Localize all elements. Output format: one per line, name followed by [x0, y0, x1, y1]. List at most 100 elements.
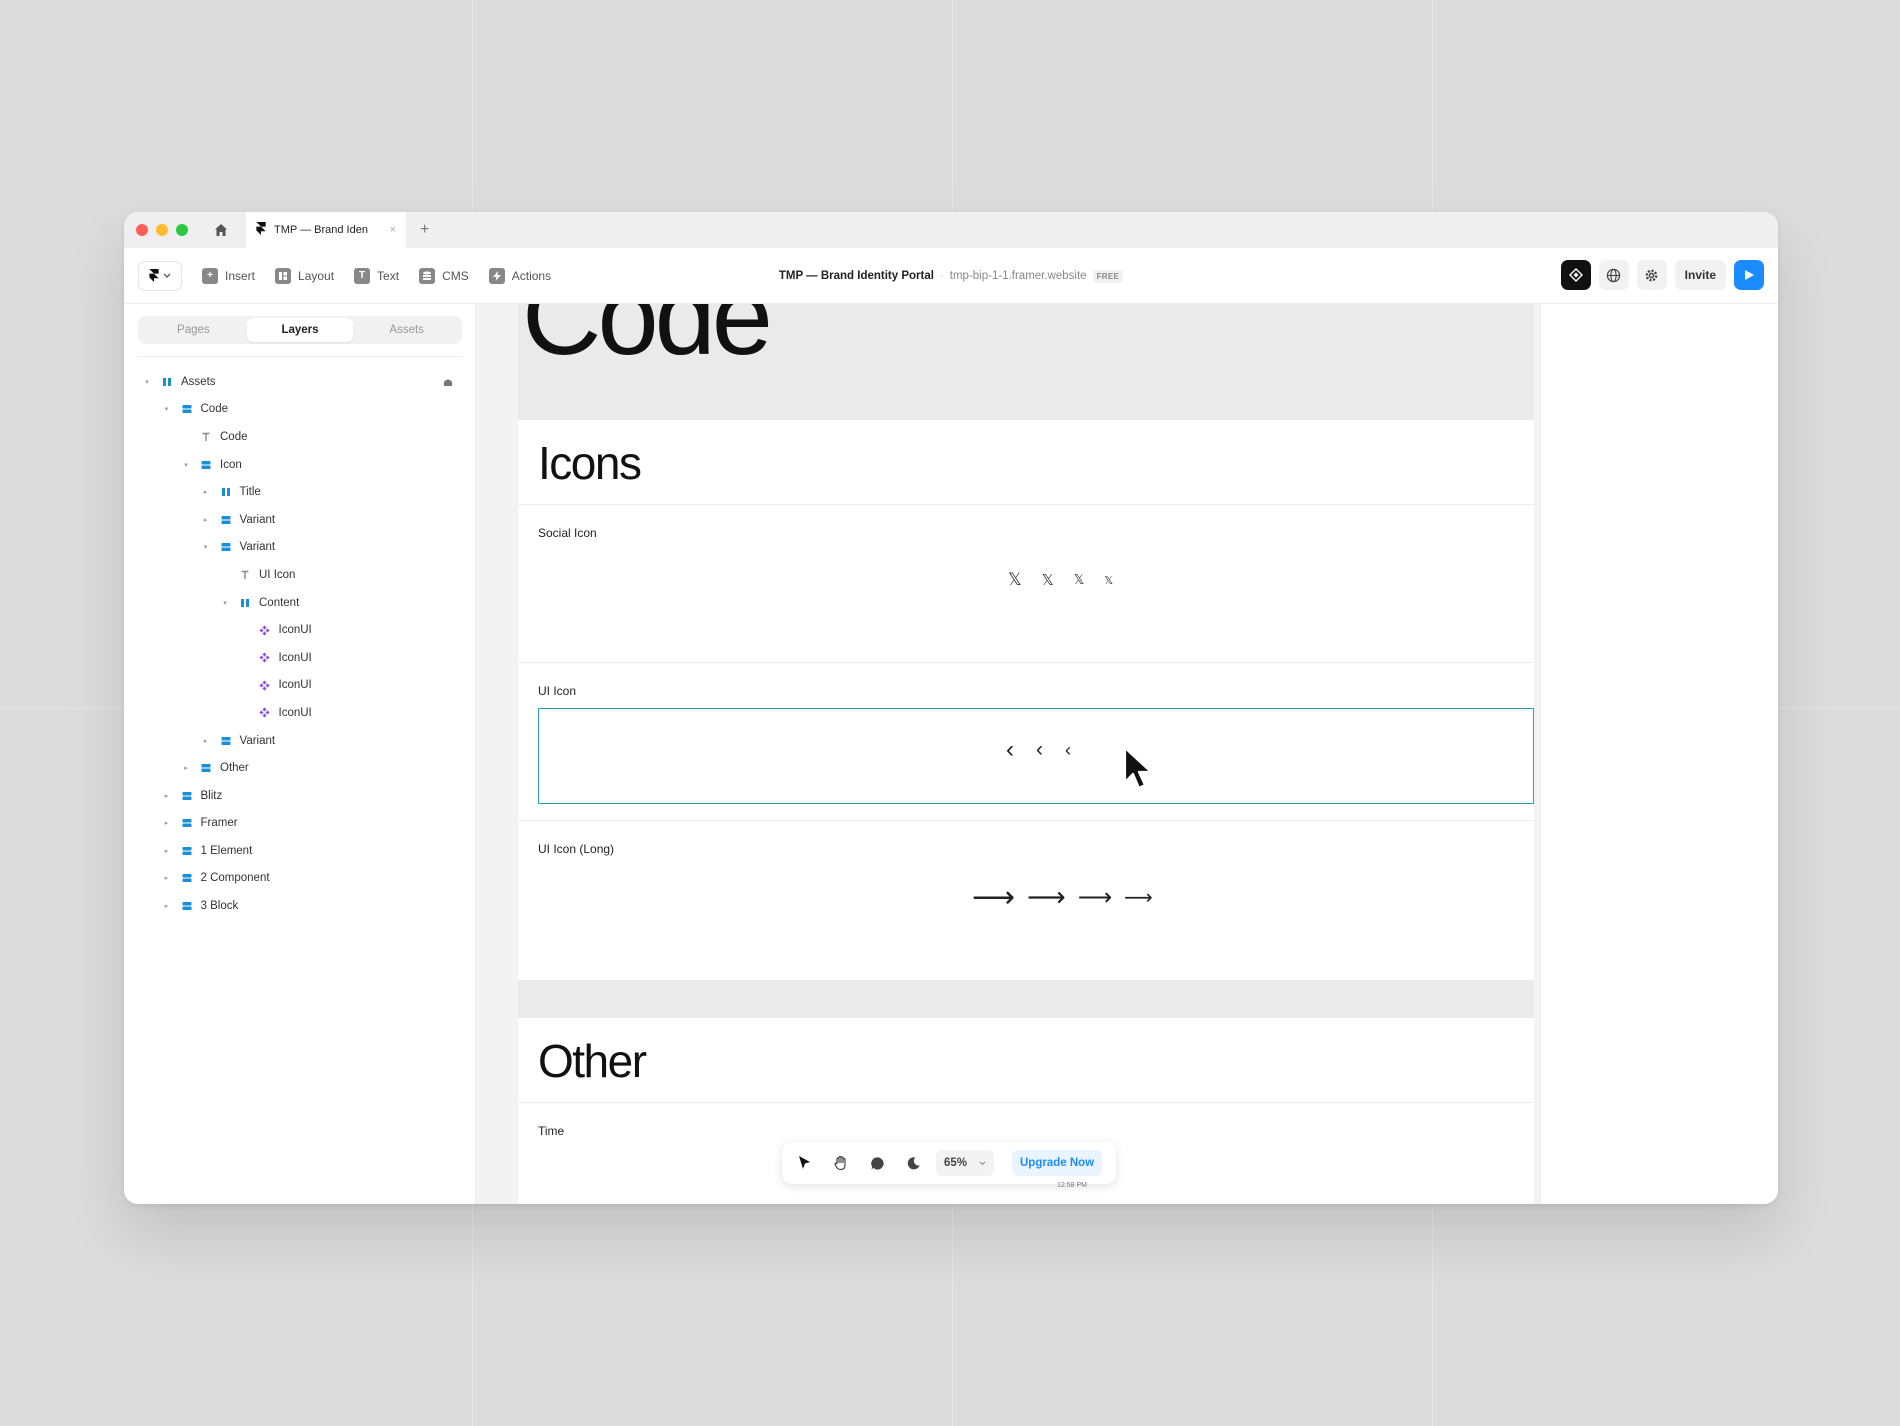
window-controls [136, 224, 188, 236]
chevron-down-icon [163, 273, 171, 278]
toolbar-text[interactable]: T Text [354, 267, 399, 284]
layer-row[interactable]: IconUI [124, 616, 475, 644]
x-logo-icon[interactable]: 𝕏 [1008, 570, 1022, 590]
arrow-right-icon[interactable]: ⟶ [1124, 885, 1153, 910]
arrow-right-icon[interactable]: ⟶ [1078, 883, 1112, 912]
layer-row[interactable]: ▾ Variant [124, 534, 475, 562]
layer-row[interactable]: ▸ Blitz [124, 782, 475, 810]
chevron-down-icon[interactable]: ▾ [142, 378, 152, 386]
code-frame[interactable]: Code [518, 304, 1534, 420]
chevron-left-icon[interactable]: ‹ [1006, 736, 1014, 764]
close-tab-icon[interactable]: × [390, 224, 396, 236]
tab-layers[interactable]: Layers [246, 318, 354, 342]
layer-row[interactable]: ▾ Icon [124, 451, 475, 479]
toolbar-insert[interactable]: + Insert [202, 267, 255, 284]
home-icon[interactable] [212, 221, 230, 239]
layer-label: Icon [220, 458, 242, 471]
layer-label: 3 Block [200, 900, 239, 913]
x-logo-icon[interactable]: 𝕏 [1042, 571, 1054, 589]
chevron-down-icon[interactable]: ▾ [201, 543, 211, 551]
layer-row[interactable]: IconUI [124, 672, 475, 700]
invite-button[interactable]: Invite [1674, 260, 1726, 290]
layer-label: Title [239, 486, 261, 499]
chevron-right-icon[interactable]: ▸ [162, 819, 172, 827]
zoom-select[interactable]: 65% [936, 1150, 994, 1176]
layer-row[interactable]: ▸ 3 Block [124, 892, 475, 920]
chevron-right-icon[interactable]: ▸ [201, 737, 211, 745]
theme-toggle[interactable] [900, 1150, 926, 1176]
hand-tool[interactable] [828, 1150, 854, 1176]
layer-label: 1 Element [200, 844, 253, 857]
layer-row[interactable]: ▸ Framer [124, 810, 475, 838]
arrow-right-icon[interactable]: ⟶ [972, 880, 1015, 915]
time-preview: 12:58 PM [1057, 1182, 1087, 1189]
comment-tool[interactable] [864, 1150, 890, 1176]
select-tool[interactable] [792, 1150, 818, 1176]
upgrade-button[interactable]: Upgrade Now [1012, 1150, 1103, 1176]
database-icon [419, 267, 436, 284]
ui-icon-row: ‹ ‹ ‹ [1006, 736, 1071, 764]
toolbar-actions[interactable]: Actions [488, 267, 551, 284]
minimize-window-button[interactable] [156, 224, 168, 236]
frame-icon [181, 900, 193, 912]
tab-pages[interactable]: Pages [140, 318, 247, 342]
preview-button[interactable] [1734, 260, 1764, 290]
chevron-right-icon[interactable]: ▸ [201, 516, 211, 524]
toolbar-layout[interactable]: Layout [275, 267, 334, 284]
frame-icon [200, 762, 212, 774]
lock-icon[interactable] [443, 377, 453, 387]
toolbar-cms[interactable]: CMS [419, 267, 469, 284]
chevron-right-icon[interactable]: ▸ [162, 847, 172, 855]
x-logo-icon[interactable]: 𝕏 [1104, 574, 1113, 587]
layer-row[interactable]: Code [124, 423, 475, 451]
layer-row[interactable]: ▾ Content [124, 589, 475, 617]
layer-row[interactable]: IconUI [124, 699, 475, 727]
layer-row[interactable]: ▸ Title [124, 478, 475, 506]
chevron-right-icon[interactable]: ▸ [162, 874, 172, 882]
layer-row[interactable]: IconUI [124, 644, 475, 672]
layer-row[interactable]: ▾ Assets [124, 368, 475, 396]
layer-row[interactable]: ▸ Variant [124, 506, 475, 534]
chevron-right-icon[interactable]: ▸ [201, 488, 211, 496]
code-heading: Code [522, 304, 773, 378]
chevron-right-icon[interactable]: ▸ [181, 764, 191, 772]
framer-logo-icon [256, 222, 266, 238]
globe-button[interactable] [1598, 260, 1629, 290]
chevron-left-icon[interactable]: ‹ [1065, 740, 1071, 761]
ui-icon-long-label: UI Icon (Long) [538, 842, 615, 856]
layer-row[interactable]: UI Icon [124, 561, 475, 589]
layer-row[interactable]: ▸ Variant [124, 727, 475, 755]
layer-label: Variant [239, 734, 276, 747]
x-logo-icon[interactable]: 𝕏 [1074, 572, 1084, 588]
new-tab-button[interactable]: + [420, 221, 429, 239]
layer-label: Blitz [200, 789, 223, 802]
close-window-button[interactable] [136, 224, 148, 236]
layer-row[interactable]: ▾ Code [124, 396, 475, 424]
framer-menu-button[interactable] [138, 260, 182, 291]
icons-frame[interactable]: Icons Social Icon 𝕏 𝕏 𝕏 𝕏 UI Icon ‹ ‹ ‹ … [518, 420, 1534, 980]
chevron-down-icon[interactable]: ▾ [162, 405, 172, 413]
play-icon [1745, 270, 1754, 280]
chevron-right-icon[interactable]: ▸ [162, 902, 172, 910]
divider [518, 820, 1534, 821]
browser-tab[interactable]: TMP — Brand Iden × [246, 212, 406, 248]
tab-assets[interactable]: Assets [353, 318, 460, 342]
text-icon: T [354, 267, 371, 284]
chevron-right-icon[interactable]: ▸ [162, 792, 172, 800]
cursor-icon [799, 1156, 810, 1169]
layer-row[interactable]: ▸ 2 Component [124, 865, 475, 893]
layer-row[interactable]: ▸ Other [124, 754, 475, 782]
layer-row[interactable]: ▸ 1 Element [124, 837, 475, 865]
maximize-window-button[interactable] [176, 224, 188, 236]
layer-label: IconUI [278, 651, 312, 664]
properties-panel [1540, 304, 1778, 1204]
settings-button[interactable] [1636, 260, 1667, 290]
chevron-left-icon[interactable]: ‹ [1036, 738, 1043, 762]
arrow-right-icon[interactable]: ⟶ [1027, 882, 1066, 913]
chevron-down-icon[interactable]: ▾ [220, 599, 230, 607]
chevron-down-icon[interactable]: ▾ [181, 461, 191, 469]
toolbar-right: Invite [1560, 260, 1764, 290]
app-window: TMP — Brand Iden × + + Insert Layout T T… [124, 212, 1778, 1204]
ai-button[interactable] [1560, 260, 1591, 290]
component-icon [259, 652, 271, 664]
